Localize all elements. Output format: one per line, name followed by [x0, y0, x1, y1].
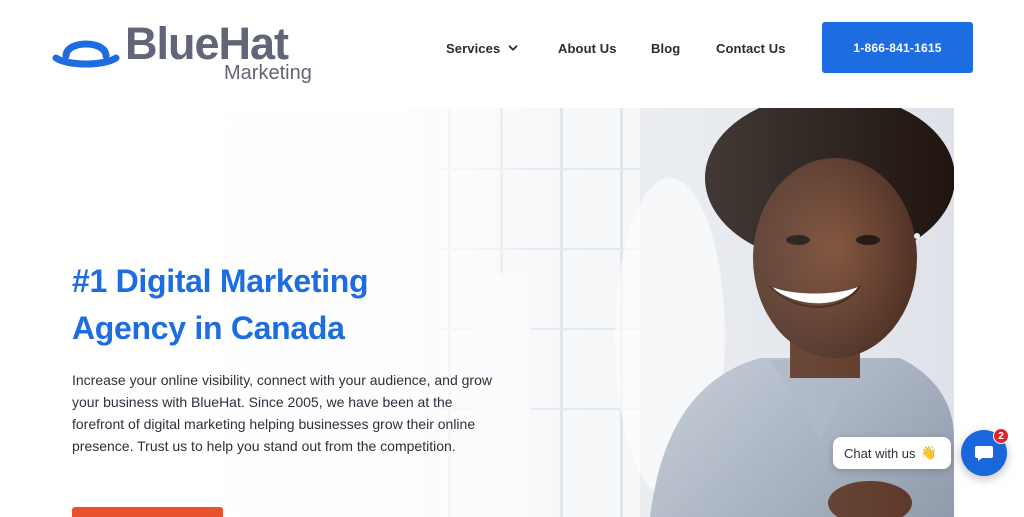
hero-title-line-2: Agency in Canada: [72, 310, 345, 346]
hero-description: Increase your online visibility, connect…: [72, 372, 492, 454]
logo-subtitle: Marketing: [224, 62, 312, 84]
chevron-down-icon: [508, 45, 518, 51]
hat-icon: [52, 40, 120, 68]
cta-button[interactable]: [72, 507, 223, 517]
chat-greeting-label: Chat with us: [844, 445, 916, 461]
chat-icon: [975, 446, 993, 461]
phone-button[interactable]: 1-866-841-1615: [822, 22, 973, 73]
nav-services-label: Services: [446, 40, 501, 56]
hero-title: #1 Digital Marketing Agency in Canada: [72, 258, 492, 352]
nav-contact-us[interactable]: Contact Us: [716, 41, 786, 56]
bluehat-logo[interactable]: BlueHat Marketing: [52, 18, 322, 88]
chat-unread-badge: 2: [993, 428, 1009, 444]
hero-title-line-1: #1 Digital Marketing: [72, 263, 369, 299]
wave-icon: 👋: [920, 445, 937, 460]
nav-services[interactable]: Services: [446, 41, 518, 56]
hero-section: #1 Digital Marketing Agency in Canada In…: [0, 108, 954, 517]
nav-about-us[interactable]: About Us: [558, 41, 617, 56]
site-header: BlueHat Marketing Services About Us Blog…: [0, 0, 1024, 100]
nav-blog[interactable]: Blog: [651, 41, 680, 56]
chat-greeting-bubble[interactable]: Chat with us 👋: [833, 437, 951, 469]
